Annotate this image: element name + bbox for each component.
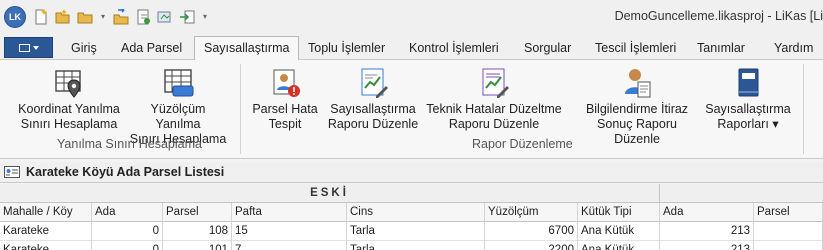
- bilgilendirme-itiraz-label-2: Sonuç Raporu Düzenle: [597, 117, 677, 146]
- sayisallastirma-raporu-label-2: Raporu Düzenle: [327, 117, 419, 131]
- person-card-error-icon: [273, 69, 300, 97]
- folder-icon[interactable]: [76, 8, 94, 26]
- col-kutuk-tipi[interactable]: Kütük Tipi: [578, 203, 660, 222]
- yuzolcum-yanilma-button[interactable]: Yüzölçüm Yanılma Sınırı Hesaplama: [127, 66, 229, 147]
- tab-sayisallastirma[interactable]: Sayısallaştırma: [194, 36, 300, 61]
- col-parsel[interactable]: Parsel: [163, 203, 232, 222]
- cell-parsel: 108: [163, 222, 232, 241]
- tab-giris[interactable]: Giriş: [71, 38, 97, 60]
- band-header-row: ESKİ: [0, 184, 823, 203]
- grid-pin-icon: [55, 70, 81, 98]
- tab-kontrol-islemleri[interactable]: Kontrol İşlemleri: [409, 38, 499, 60]
- cell-kutuk-tipi: Ana Kütük: [578, 222, 660, 241]
- sayisallastirma-raporu-label-1: Sayısallaştırma: [330, 102, 416, 116]
- refresh-doc-icon[interactable]: [134, 8, 152, 26]
- customize-icon[interactable]: ▾: [200, 12, 210, 21]
- table-row[interactable]: Karateke 0 101 7 Tarla 2200 Ana Kütük 21…: [0, 241, 823, 250]
- title-bar: LK ▾ ▾ DemoGuncelleme.likasproj - LiKas …: [0, 0, 823, 33]
- koordinat-yanilma-label-2: Sınırı Hesaplama: [20, 117, 118, 131]
- yuzolcum-yanilma-label-1: Yüzölçüm Yanılma: [150, 102, 206, 131]
- cell-yeni-parsel: [754, 241, 823, 250]
- koordinat-yanilma-label-1: Koordinat Yanılma: [18, 102, 120, 116]
- new-icon[interactable]: [32, 8, 50, 26]
- cell-ada: 0: [92, 241, 163, 250]
- grid-ruler-icon: [164, 69, 194, 97]
- ribbon: Koordinat Yanılma Sınırı Hesaplama Yüzöl…: [0, 60, 823, 159]
- parsel-hata-label-2: Tespit: [268, 117, 302, 131]
- cell-kutuk-tipi: Ana Kütük: [578, 241, 660, 250]
- chevron-down-icon: ▾: [772, 117, 779, 131]
- col-pafta[interactable]: Pafta: [232, 203, 347, 222]
- parsel-hata-label-1: Parsel Hata: [252, 102, 318, 116]
- sayisallastirma-raporlari-label-1: Sayısallaştırma: [705, 102, 791, 116]
- bilgilendirme-itiraz-label-1: Bilgilendirme İtiraz: [585, 102, 689, 116]
- tab-tanimlar[interactable]: Tanımlar: [697, 38, 745, 60]
- folder-arrow-icon[interactable]: [112, 8, 130, 26]
- file-menu-button[interactable]: [4, 37, 53, 58]
- import-icon[interactable]: [178, 8, 196, 26]
- col-yeni-parsel[interactable]: Parsel: [754, 203, 823, 222]
- group-separator: [240, 64, 241, 154]
- book-icon: [738, 68, 759, 97]
- teknik-hatalar-label-2: Raporu Düzenle: [448, 117, 540, 131]
- panel-header: Karateke Köyü Ada Parsel Listesi: [0, 162, 823, 183]
- list-form-icon: [4, 166, 20, 178]
- cell-yuzolcum: 6700: [485, 222, 578, 241]
- quick-access-toolbar: ▾ ▾: [32, 8, 210, 26]
- cell-yeni-parsel: [754, 222, 823, 241]
- cell-yuzolcum: 2200: [485, 241, 578, 250]
- report-edit-icon: [482, 68, 509, 98]
- cell-mahalle: Karateke: [0, 222, 92, 241]
- teknik-hatalar-label-1: Teknik Hatalar Düzeltme: [426, 102, 562, 116]
- tab-yardim[interactable]: Yardım: [774, 38, 813, 60]
- export-icon[interactable]: [156, 8, 174, 26]
- group-label-rapor: Rapor Düzenleme: [472, 137, 573, 151]
- app-logo[interactable]: LK: [4, 5, 26, 28]
- open-folder-icon[interactable]: [54, 8, 72, 26]
- cell-cins: Tarla: [347, 222, 485, 241]
- col-yuzolcum[interactable]: Yüzölçüm: [485, 203, 578, 222]
- cell-yeni-ada: 213: [660, 241, 754, 250]
- group-label-yanilma: Yanılma Sınırı Hesaplama: [57, 137, 202, 151]
- chevron-down-icon[interactable]: ▾: [98, 12, 108, 21]
- tab-tescil-islemleri[interactable]: Tescil İşlemleri: [595, 38, 676, 60]
- window-title: DemoGuncelleme.likasproj - LiKas [Li: [614, 9, 823, 23]
- koordinat-yanilma-button[interactable]: Koordinat Yanılma Sınırı Hesaplama: [10, 66, 128, 132]
- chart-report-edit-icon: [361, 68, 388, 98]
- cell-parsel: 101: [163, 241, 232, 250]
- bilgilendirme-itiraz-raporu-button[interactable]: Bilgilendirme İtiraz Sonuç Raporu Düzenl…: [575, 66, 699, 147]
- cell-pafta: 15: [232, 222, 347, 241]
- cell-ada: 0: [92, 222, 163, 241]
- parsel-hata-tespit-button[interactable]: Parsel Hata Tespit: [251, 66, 319, 132]
- window-icon: [18, 43, 30, 52]
- table-row[interactable]: Karateke 0 108 15 Tarla 6700 Ana Kütük 2…: [0, 222, 823, 241]
- ribbon-tabs: Giriş Ada Parsel Sayısallaştırma Toplu İ…: [0, 33, 823, 61]
- col-cins[interactable]: Cins: [347, 203, 485, 222]
- tab-toplu-islemler[interactable]: Toplu İşlemler: [308, 38, 385, 60]
- sayisallastirma-raporlari-label-2: Raporları ▾: [717, 117, 778, 132]
- cell-yeni-ada: 213: [660, 222, 754, 241]
- col-mahalle-koy[interactable]: Mahalle / Köy: [0, 203, 92, 222]
- sayisallastirma-raporlari-button[interactable]: Sayısallaştırma Raporları ▾: [703, 66, 793, 132]
- teknik-hatalar-raporu-button[interactable]: Teknik Hatalar Düzeltme Raporu Düzenle: [424, 66, 564, 132]
- cell-pafta: 7: [232, 241, 347, 250]
- col-yeni-ada[interactable]: Ada: [660, 203, 754, 222]
- raporlari-text: Raporları: [717, 117, 769, 131]
- column-header-row: Mahalle / Köy Ada Parsel Pafta Cins Yüzö…: [0, 203, 823, 222]
- tab-ada-parsel[interactable]: Ada Parsel: [121, 38, 182, 60]
- col-ada[interactable]: Ada: [92, 203, 163, 222]
- person-document-icon: [625, 69, 651, 98]
- group-separator: [803, 64, 804, 154]
- cell-mahalle: Karateke: [0, 241, 92, 250]
- panel-title: Karateke Köyü Ada Parsel Listesi: [26, 165, 225, 179]
- tab-sorgular[interactable]: Sorgular: [524, 38, 571, 60]
- sayisallastirma-raporu-button[interactable]: Sayısallaştırma Raporu Düzenle: [327, 66, 419, 132]
- cell-cins: Tarla: [347, 241, 485, 250]
- parcel-grid: ESKİ Mahalle / Köy Ada Parsel Pafta Cins…: [0, 184, 823, 250]
- chevron-down-icon: [32, 45, 39, 50]
- band-eski: ESKİ: [0, 184, 660, 203]
